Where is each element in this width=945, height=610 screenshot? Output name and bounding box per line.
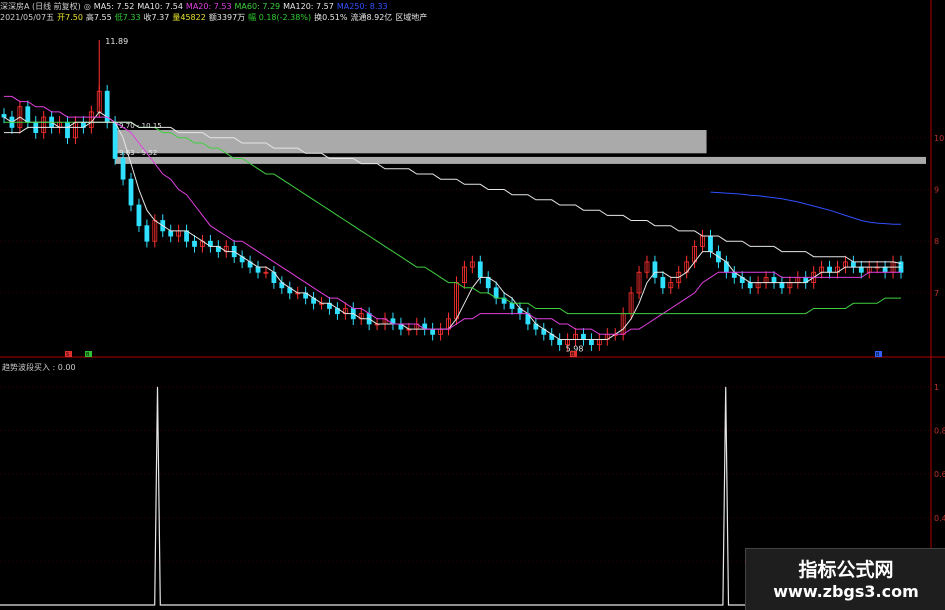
candle-body: [136, 204, 142, 227]
candle-body: [120, 158, 126, 180]
sub-axis-label: 0.4: [934, 514, 945, 523]
candle-body: [144, 225, 150, 242]
watermark: 指标公式网 www.zbgs3.com: [745, 548, 945, 610]
watermark-url: www.zbgs3.com: [773, 582, 919, 601]
candle-body: [485, 277, 491, 289]
candle-body: [581, 333, 586, 340]
watermark-title: 指标公式网: [798, 559, 894, 581]
candle-body: [747, 282, 753, 289]
candle-body: [850, 261, 856, 268]
candle-body: [589, 339, 594, 346]
right-axis-label: 9: [934, 186, 939, 195]
right-axis-label: 10: [934, 134, 944, 143]
candle-body: [477, 261, 483, 278]
candle-body: [112, 121, 118, 159]
candle-body: [882, 266, 888, 273]
candle-body: [652, 261, 658, 278]
candle-body: [1, 114, 7, 118]
candle-body: [858, 266, 864, 273]
candle-body: [25, 106, 31, 123]
candle-body: [708, 235, 713, 252]
candle-body: [128, 178, 134, 206]
candle-body: [779, 282, 785, 289]
candle-body: [509, 302, 515, 309]
candle-body: [184, 230, 189, 242]
candle-body: [493, 287, 499, 299]
candle-body: [771, 277, 777, 283]
resistance-band: [115, 156, 926, 164]
resistance-band-label: 9.63 - 9.52: [119, 149, 157, 157]
candle-body: [168, 230, 174, 237]
right-axis-label: 7: [934, 289, 939, 298]
sub-axis-label: 0.6: [934, 470, 945, 479]
candle-body: [827, 266, 832, 273]
sub-axis-label: 1: [934, 383, 939, 392]
candle-body: [192, 240, 197, 247]
sub-axis-label: 0.8: [934, 427, 945, 436]
candle-body: [430, 328, 436, 335]
candle-body: [660, 277, 666, 289]
high-label: 11.89: [105, 37, 128, 46]
ma-line-ma250: [710, 191, 901, 225]
candle-body: [65, 121, 70, 139]
price-chart[interactable]: 109879.70 - 10.159.63 - 9.5211.895.98S B B…: [0, 0, 945, 358]
candle-body: [557, 339, 563, 346]
right-axis-label: 8: [934, 237, 939, 246]
candle-body: [255, 266, 261, 273]
